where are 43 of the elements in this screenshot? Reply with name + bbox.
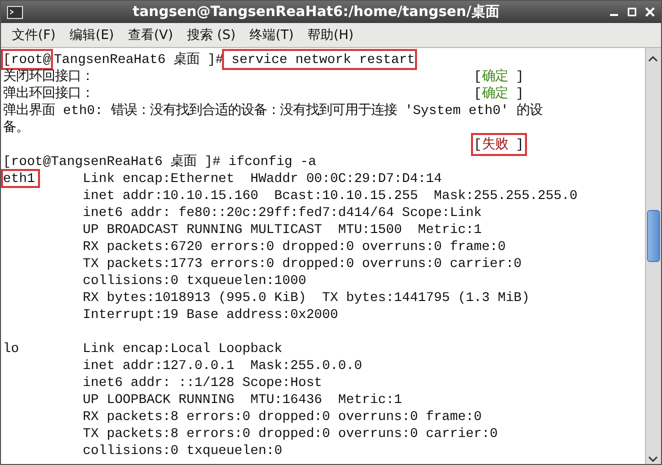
terminal-icon <box>7 6 23 18</box>
menu-item[interactable]: 搜索 (S) <box>180 24 243 46</box>
close-icon[interactable] <box>645 7 655 17</box>
highlighted-command-text: service network restart <box>224 51 416 68</box>
output-text: Interrupt:19 Base address:0x2000 <box>82 306 338 323</box>
output-text: RX bytes:1018913 (995.0 KiB) TX bytes:1441795 (1.3 MiB) <box>82 289 530 306</box>
command-text: [root@TangsenReaHat6 桌面 ]# ifconfig -a <box>3 153 316 170</box>
menu-item[interactable]: 终端(T) <box>242 24 301 46</box>
window-title: tangsen@TangsenReaHat6:/home/tangsen/桌面 <box>132 3 500 21</box>
interface-name: lo <box>3 341 19 356</box>
status-result: [确定 ] <box>474 68 524 85</box>
menu-item[interactable]: 编辑(E) <box>62 24 121 46</box>
output-text: RX packets:6720 errors:0 dropped:0 overruns:0 frame:0 <box>82 238 506 255</box>
scrollbar-thumb[interactable] <box>647 210 660 262</box>
scrollbar[interactable] <box>645 48 661 464</box>
command-text: TangsenReaHat6 桌面 ]# <box>54 51 224 68</box>
output-text: 弹出界面 eth0: 错误：没有找到合适的设备：没有找到可用于连接 'System eth0' 的设 <box>3 102 543 119</box>
output-text: inet6 addr: fe80::20c:29ff:fed7:d414/64 Scope:Link <box>82 204 482 221</box>
scroll-up-icon[interactable] <box>646 54 660 64</box>
status-result: [确定 ] <box>474 85 524 102</box>
highlighted-command-text: [root@ <box>3 51 51 68</box>
status-message: 关闭环回接口： <box>3 68 95 85</box>
output-text: inet6 addr: ::1/128 Scope:Host <box>82 374 322 391</box>
output-text: inet addr:10.10.15.160 Bcast:10.10.15.255 Mask:255.255.255.0 <box>82 187 578 204</box>
output-text: RX packets:8 errors:0 dropped:0 overruns:0 frame:0 <box>82 408 482 425</box>
output-text: TX packets:8 errors:0 dropped:0 overruns:0 carrier:0 <box>82 425 498 442</box>
scroll-down-icon[interactable] <box>646 454 660 464</box>
menu-item[interactable]: 帮助(H) <box>300 24 361 46</box>
output-text: collisions:0 txqueuelen:1000 <box>82 272 306 289</box>
output-text: UP LOOPBACK RUNNING MTU:16436 Metric:1 <box>82 391 402 408</box>
interface-name: eth1 <box>3 171 38 186</box>
output-text: UP BROADCAST RUNNING MULTICAST MTU:1500 Metric:1 <box>82 221 482 238</box>
output-text: collisions:0 txqueuelen:0 <box>82 442 282 459</box>
output-text: inet addr:127.0.0.1 Mask:255.0.0.0 <box>82 357 362 374</box>
menu-item[interactable]: 文件(F) <box>5 24 63 46</box>
menu-item[interactable]: 查看(V) <box>120 24 180 46</box>
output-text: 备。 <box>3 119 29 136</box>
status-message: 弹出环回接口： <box>3 85 95 102</box>
maximize-icon[interactable] <box>627 7 637 17</box>
output-text: Link encap:Ethernet HWaddr 00:0C:29:D7:D4:14 <box>82 170 442 187</box>
status-result: [失败 ] <box>474 136 524 153</box>
output-text: Link encap:Local Loopback <box>82 340 282 357</box>
output-text: TX packets:1773 errors:0 dropped:0 overruns:0 carrier:0 <box>82 255 522 272</box>
